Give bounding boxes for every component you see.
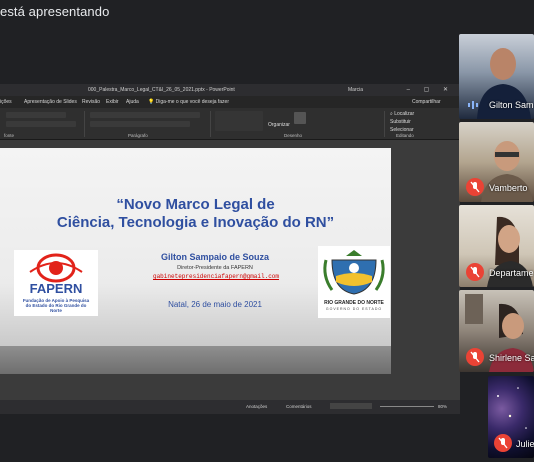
organize-button[interactable]: Organizar — [268, 122, 290, 128]
ppt-menu-tabs: ições Apresentação de Slides Revisão Exi… — [0, 96, 460, 108]
rn-logo-subtext: GOVERNO DO ESTADO — [325, 307, 383, 311]
font-controls[interactable] — [6, 112, 66, 118]
zoom-slider[interactable] — [380, 406, 434, 407]
shared-screen: 000_Palestra_Marco_Legal_CT&I_26_05_2021… — [0, 84, 460, 414]
comments-button[interactable]: Comentários — [286, 404, 312, 409]
ribbon-divider — [84, 111, 85, 137]
quick-styles-button[interactable] — [294, 112, 306, 124]
ppt-account[interactable]: Marcia — [348, 87, 363, 93]
fapern-logo-text: FAPERN — [29, 281, 83, 296]
ppt-ribbon: fonte Parágrafo Organizar Desenho ⌕ Loca… — [0, 108, 460, 140]
participant-tile[interactable]: Vamberto — [459, 122, 534, 202]
speaking-indicator-icon — [468, 101, 478, 109]
rn-logo-text: RIO GRANDE DO NORTE — [324, 300, 384, 306]
participant-tile[interactable]: Departame — [459, 205, 534, 287]
tab-view[interactable]: Exibir — [106, 99, 119, 105]
rn-coat-of-arms-icon — [323, 250, 385, 295]
tab-animations[interactable]: ições — [0, 99, 12, 105]
group-editing-label: Editando — [396, 133, 414, 138]
group-font-label: fonte — [4, 133, 15, 138]
slide-title-line1: “Novo Marco Legal de — [116, 196, 275, 213]
window-controls[interactable]: – ▢ ✕ — [407, 86, 454, 93]
participant-name: Shirlene Sa — [489, 353, 534, 363]
participant-name: Vamberto — [489, 183, 528, 193]
muted-mic-indicator — [466, 178, 484, 196]
slide-date: Natal, 26 de maio de 2021 — [168, 300, 262, 309]
notes-button[interactable]: Anotações — [246, 404, 267, 409]
slide-workspace: “Novo Marco Legal de Ciência, Tecnologia… — [0, 140, 460, 400]
muted-mic-indicator — [466, 348, 484, 366]
replace-button[interactable]: Substituir — [390, 119, 411, 125]
lightbulb-icon: 💡 — [148, 99, 155, 105]
mic-off-icon — [498, 437, 508, 449]
fapern-logo: FAPERN Fundação de Apoio à Pesquisa do E… — [14, 250, 98, 316]
meet-window: está apresentando 000_Palestra_Marco_Leg… — [0, 0, 534, 462]
presenting-banner: está apresentando — [0, 4, 110, 19]
participant-tile[interactable]: Julie — [488, 376, 534, 458]
mic-off-icon — [470, 266, 480, 278]
shapes-gallery[interactable] — [215, 111, 263, 131]
tab-help[interactable]: Ajuda — [126, 99, 139, 105]
slide-title-line2: Ciência, Tecnologia e Inovação do RN” — [56, 214, 335, 231]
fapern-logo-subtitle: Fundação de Apoio à Pesquisa do Estado d… — [22, 298, 90, 313]
participant-name: Departame — [489, 268, 534, 278]
tell-me-search[interactable]: 💡 Diga-me o que você deseja fazer — [148, 99, 229, 105]
rn-government-logo: RIO GRANDE DO NORTE GOVERNO DO ESTADO — [318, 246, 390, 318]
paragraph-align-controls[interactable] — [90, 121, 190, 127]
slide-floor-background — [0, 346, 391, 374]
font-format-controls[interactable] — [6, 121, 76, 127]
group-paragraph-label: Parágrafo — [128, 133, 148, 138]
speaker-email-link[interactable]: gabinetepresidenciafapern@gmail.com — [126, 273, 306, 280]
ribbon-divider — [210, 111, 211, 137]
participant-name: Gilton Sam — [489, 100, 534, 110]
participant-name: Julie — [516, 439, 534, 449]
mic-off-icon — [470, 351, 480, 363]
zoom-level[interactable]: 80% — [438, 404, 447, 409]
muted-mic-indicator — [494, 434, 512, 452]
ribbon-divider — [384, 111, 385, 137]
group-drawing-label: Desenho — [284, 133, 303, 138]
slide: “Novo Marco Legal de Ciência, Tecnologia… — [0, 148, 391, 374]
tab-review[interactable]: Revisão — [82, 99, 100, 105]
ppt-status-bar: Anotações Comentários 80% — [0, 400, 460, 414]
view-buttons[interactable] — [330, 403, 372, 409]
tab-slideshow[interactable]: Apresentação de Slides — [24, 99, 77, 105]
muted-mic-indicator — [466, 263, 484, 281]
participant-tile[interactable]: Gilton Sam — [459, 34, 534, 119]
speaker-name: Gilton Sampaio de Souza — [160, 252, 269, 262]
mic-off-icon — [470, 181, 480, 193]
participant-tile[interactable]: Shirlene Sa — [459, 290, 534, 372]
find-button[interactable]: ⌕ Localizar — [390, 111, 414, 117]
speaker-role: Diretor-Presidente da FAPERN — [177, 265, 253, 271]
ppt-title-bar: 000_Palestra_Marco_Legal_CT&I_26_05_2021… — [0, 84, 460, 96]
ppt-filename: 000_Palestra_Marco_Legal_CT&I_26_05_2021… — [88, 87, 235, 93]
paragraph-controls[interactable] — [90, 112, 200, 118]
share-button[interactable]: Compartilhar — [412, 99, 441, 105]
